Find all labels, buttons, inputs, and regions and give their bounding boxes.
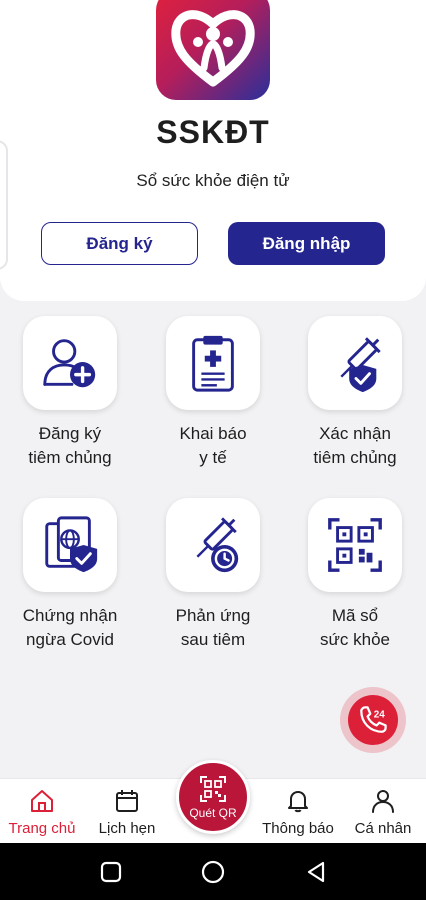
syringe-shield-icon xyxy=(340,337,381,393)
app-subtitle: Sổ sức khỏe điện tử xyxy=(136,171,290,190)
nav-item-calendar[interactable]: Lịch hẹn xyxy=(96,779,158,844)
passport-shield-icon xyxy=(45,516,98,573)
tile-register-vaccination[interactable] xyxy=(23,316,117,410)
medical-clipboard-icon xyxy=(192,335,234,392)
nav-label-notifications: Thông báo xyxy=(262,820,334,837)
nav-label-home: Trang chủ xyxy=(8,820,76,837)
tile-label-register-vaccination: Đăng ký tiêm chủng xyxy=(28,424,112,467)
tile-health-declaration[interactable] xyxy=(166,316,260,410)
home-circle-icon[interactable] xyxy=(201,860,225,884)
bell-icon xyxy=(288,791,308,813)
app-logo xyxy=(156,0,270,100)
qr-code-icon xyxy=(328,518,382,572)
tile-label-post-vaccination-reaction: Phản ứng sau tiêm xyxy=(175,606,251,649)
nav-label-calendar: Lịch hẹn xyxy=(98,820,156,837)
system-nav-bar xyxy=(0,843,426,900)
nav-item-notifications[interactable]: Thông báo xyxy=(260,779,336,844)
nav-item-profile[interactable]: Cá nhân xyxy=(353,779,413,844)
tile-health-book-code[interactable] xyxy=(308,498,402,592)
register-button[interactable]: Đăng ký xyxy=(41,222,198,265)
user-icon xyxy=(372,790,394,813)
add-user-icon xyxy=(43,339,96,388)
nav-label-profile: Cá nhân xyxy=(354,820,412,837)
app-title: SSKĐT xyxy=(156,114,270,150)
tile-label-covid-certificate: Chứng nhận ngừa Covid xyxy=(22,606,118,649)
tile-label-health-book-code: Mã sổ sức khỏe xyxy=(320,606,390,649)
phone-24-icon: 24 xyxy=(360,706,387,733)
tile-covid-certificate[interactable] xyxy=(23,498,117,592)
scan-qr-label: Quét QR xyxy=(189,806,237,820)
hotline-button-inner[interactable]: 24 xyxy=(348,695,398,745)
side-panel-edge[interactable] xyxy=(0,140,8,270)
hotline-button[interactable]: 24 xyxy=(340,687,406,753)
header-card: SSKĐT Sổ sức khỏe điện tử Đăng ký Đăng n… xyxy=(0,0,426,301)
tile-label-vaccination-confirmation: Xác nhận tiêm chủng xyxy=(313,424,397,467)
hotline-label: 24 xyxy=(374,709,385,720)
qr-scan-icon xyxy=(200,776,226,802)
login-button[interactable]: Đăng nhập xyxy=(228,222,385,265)
back-triangle-icon[interactable] xyxy=(305,861,327,883)
scan-qr-button[interactable]: Quét QR xyxy=(176,760,250,834)
heart-family-icon xyxy=(171,10,255,87)
recent-apps-icon[interactable] xyxy=(100,861,122,883)
tile-vaccination-confirmation[interactable] xyxy=(308,316,402,410)
syringe-clock-icon xyxy=(196,517,239,573)
tile-post-vaccination-reaction[interactable] xyxy=(166,498,260,592)
nav-item-home[interactable]: Trang chủ xyxy=(8,779,76,844)
calendar-icon xyxy=(116,790,138,812)
tile-label-health-declaration: Khai báo y tế xyxy=(179,424,247,467)
home-icon xyxy=(31,790,53,812)
